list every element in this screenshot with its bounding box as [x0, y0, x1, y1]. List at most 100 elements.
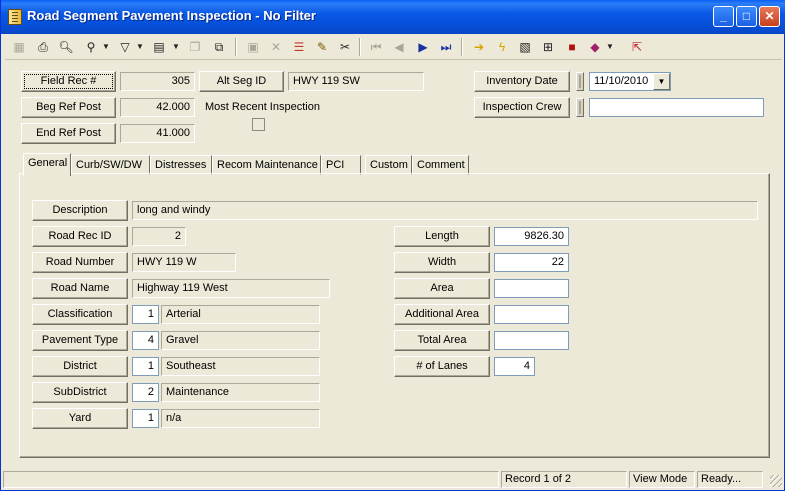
find-icon[interactable]: ⚲: [81, 37, 101, 57]
status-panel-main: [3, 471, 499, 488]
filter-icon[interactable]: ▽: [115, 37, 135, 57]
classification-code-field[interactable]: 1: [132, 305, 159, 324]
status-mode: View Mode: [629, 471, 695, 488]
district-value: Southeast: [161, 357, 320, 376]
classification-button[interactable]: Classification: [32, 304, 128, 325]
length-button[interactable]: Length: [394, 226, 490, 247]
window-title: Road Segment Pavement Inspection - No Fi…: [27, 8, 316, 23]
truck-icon[interactable]: ■: [562, 37, 582, 57]
app-icon: [8, 9, 22, 25]
toolbar-separator: [461, 38, 463, 56]
status-bar: Record 1 of 2 View Mode Ready...: [3, 470, 784, 489]
goto-icon[interactable]: ➔: [469, 37, 489, 57]
resize-grip-icon[interactable]: [770, 475, 782, 487]
duplicate-icon[interactable]: ⧉: [209, 37, 229, 57]
field-rec-value: 305: [120, 72, 195, 91]
next-record-icon[interactable]: ▶: [413, 37, 433, 57]
pavement-type-button[interactable]: Pavement Type: [32, 330, 128, 351]
save-icon[interactable]: ▣: [243, 37, 263, 57]
find-dropdown-icon[interactable]: ▼: [102, 37, 110, 57]
yard-button[interactable]: Yard: [32, 408, 128, 429]
cut-icon[interactable]: ✂: [335, 37, 355, 57]
title-bar: Road Segment Pavement Inspection - No Fi…: [1, 0, 785, 34]
alt-seg-id-button[interactable]: Alt Seg ID: [199, 71, 284, 92]
maximize-icon[interactable]: □: [736, 6, 757, 27]
subdistrict-value: Maintenance: [161, 383, 320, 402]
total-area-field[interactable]: [494, 331, 569, 350]
view-icon[interactable]: ▤: [149, 37, 169, 57]
new-record-icon[interactable]: ▦: [9, 37, 29, 57]
tab-curb-sw-dw[interactable]: Curb/SW/DW: [71, 155, 150, 175]
most-recent-label: Most Recent Inspection: [205, 101, 320, 113]
previous-record-icon[interactable]: ◀: [389, 37, 409, 57]
subdistrict-button[interactable]: SubDistrict: [32, 382, 128, 403]
pavement-type-code-field[interactable]: 4: [132, 331, 159, 350]
total-area-button[interactable]: Total Area: [394, 330, 490, 351]
tab-pci[interactable]: PCI: [321, 155, 361, 175]
edit-pencil-icon[interactable]: ✎: [312, 37, 332, 57]
yard-value: n/a: [161, 409, 320, 428]
inspection-crew-button[interactable]: Inspection Crew: [474, 97, 570, 118]
road-rec-id-value: 2: [132, 227, 186, 246]
tree-icon[interactable]: ⊞: [538, 37, 558, 57]
road-name-button[interactable]: Road Name: [32, 278, 128, 299]
tab-custom[interactable]: Custom: [365, 155, 412, 175]
pavement-type-value: Gravel: [161, 331, 320, 350]
toolbar-separator: [235, 38, 237, 56]
minimize-icon[interactable]: _: [713, 6, 734, 27]
beg-ref-post-value: 42.000: [120, 98, 195, 117]
chevron-down-icon[interactable]: ▼: [653, 73, 670, 90]
inventory-date-marker: [576, 72, 584, 91]
tab-distresses[interactable]: Distresses: [150, 155, 212, 175]
end-ref-post-value: 41.000: [120, 124, 195, 143]
road-name-value: Highway 119 West: [132, 279, 330, 298]
additional-area-button[interactable]: Additional Area: [394, 304, 490, 325]
first-record-icon[interactable]: ⏮: [366, 37, 386, 57]
end-ref-post-button[interactable]: End Ref Post: [21, 123, 116, 144]
last-record-icon[interactable]: ⏭: [436, 37, 456, 57]
width-field[interactable]: 22: [494, 253, 569, 272]
width-button[interactable]: Width: [394, 252, 490, 273]
inspection-crew-marker: [576, 98, 584, 117]
delete-icon[interactable]: ✕: [266, 37, 286, 57]
most-recent-checkbox[interactable]: [252, 118, 265, 131]
view-dropdown-icon[interactable]: ▼: [172, 37, 180, 57]
beg-ref-post-button[interactable]: Beg Ref Post: [21, 97, 116, 118]
field-rec-button[interactable]: Field Rec #: [21, 71, 116, 92]
status-record: Record 1 of 2: [501, 471, 627, 488]
lanes-button[interactable]: # of Lanes: [394, 356, 490, 377]
description-button[interactable]: Description: [32, 200, 128, 221]
district-button[interactable]: District: [32, 356, 128, 377]
copy-record-icon[interactable]: ❐: [185, 37, 205, 57]
book-icon[interactable]: ◆: [585, 37, 605, 57]
road-number-button[interactable]: Road Number: [32, 252, 128, 273]
book-dropdown-icon[interactable]: ▼: [606, 37, 614, 57]
tab-comment[interactable]: Comment: [412, 155, 469, 175]
map-icon[interactable]: ▧: [515, 37, 535, 57]
lanes-field[interactable]: 4: [494, 357, 535, 376]
toolbar: ▦ ⎙ 🔍︎ ⚲ ▼ ▽ ▼ ▤ ▼ ❐ ⧉ ▣ ✕ ☰ ✎ ✂ ⏮ ◀ ▶ ⏭…: [5, 34, 782, 60]
inventory-date-button[interactable]: Inventory Date: [474, 71, 570, 92]
filter-dropdown-icon[interactable]: ▼: [136, 37, 144, 57]
stack-icon[interactable]: ☰: [289, 37, 309, 57]
lightning-icon[interactable]: ϟ: [492, 37, 512, 57]
yard-code-field[interactable]: 1: [132, 409, 159, 428]
alt-seg-id-value: HWY 119 SW: [288, 72, 424, 91]
exit-icon[interactable]: ⇱: [627, 37, 647, 57]
print-icon[interactable]: ⎙: [33, 37, 53, 57]
print-preview-icon[interactable]: 🔍︎: [56, 37, 76, 57]
length-field[interactable]: 9826.30: [494, 227, 569, 246]
inspection-crew-field[interactable]: [589, 98, 764, 117]
area-button[interactable]: Area: [394, 278, 490, 299]
tab-recom-maintenance[interactable]: Recom Maintenance: [212, 155, 321, 175]
tab-general[interactable]: General: [23, 153, 71, 176]
app-window: Road Segment Pavement Inspection - No Fi…: [0, 0, 785, 491]
subdistrict-code-field[interactable]: 2: [132, 383, 159, 402]
additional-area-field[interactable]: [494, 305, 569, 324]
district-code-field[interactable]: 1: [132, 357, 159, 376]
road-rec-id-button[interactable]: Road Rec ID: [32, 226, 128, 247]
close-icon[interactable]: ✕: [759, 6, 780, 27]
area-field[interactable]: [494, 279, 569, 298]
classification-value: Arterial: [161, 305, 320, 324]
status-state: Ready...: [697, 471, 763, 488]
